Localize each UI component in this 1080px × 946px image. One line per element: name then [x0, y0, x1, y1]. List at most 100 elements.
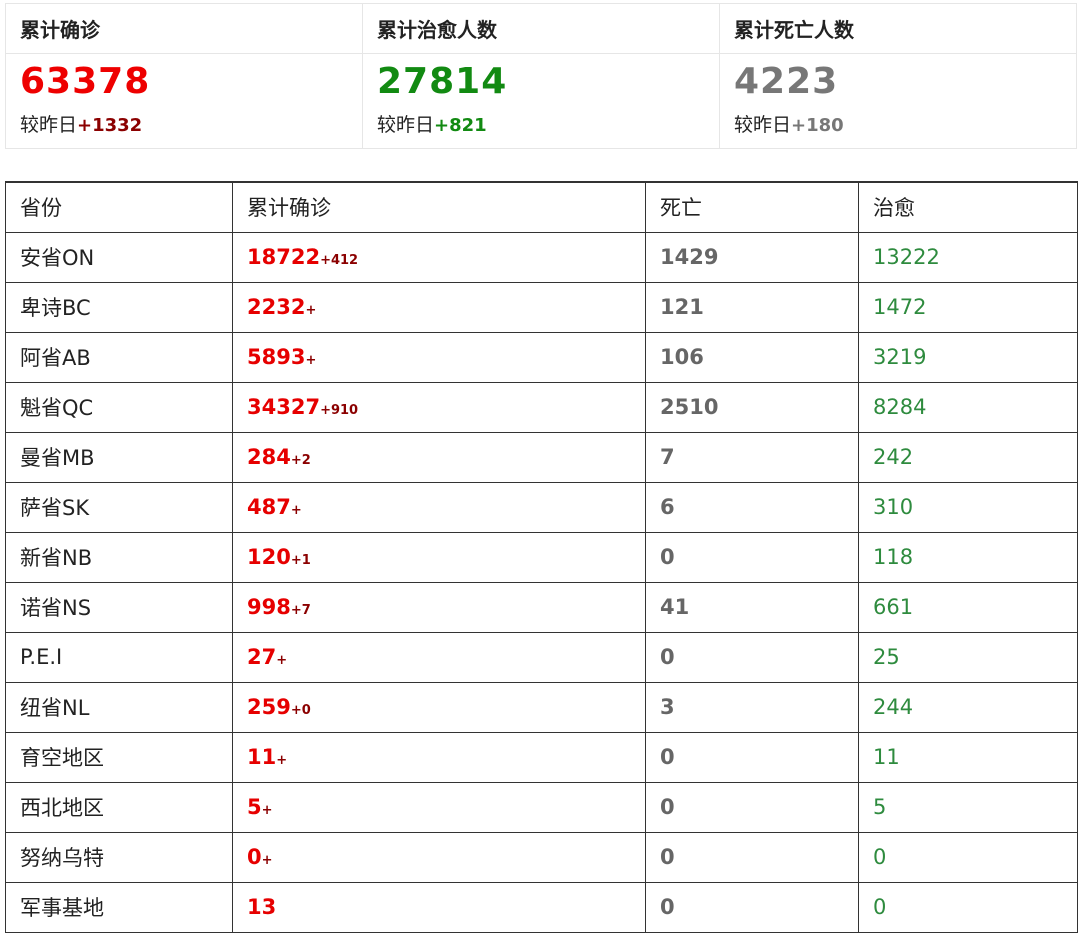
confirmed-value: 998: [247, 595, 291, 619]
table-row: 卑诗BC 2232+ 121 1472: [5, 281, 1078, 333]
confirmed-value: 11: [247, 745, 277, 769]
table-row: 诺省NS 998+7 41 661: [5, 581, 1078, 633]
province-cell: 诺省NS: [5, 581, 233, 633]
confirmed-cell: 34327+910: [232, 381, 646, 433]
table-row: 魁省QC 34327+910 2510 8284: [5, 381, 1078, 433]
table-row: 军事基地 13 0 0: [5, 881, 1078, 933]
deaths-cell: 106: [645, 331, 859, 383]
cured-cell: 1472: [858, 281, 1078, 333]
summary-value: 4223: [734, 61, 839, 102]
summary-card-cured: 累计治愈人数 27814 较昨日+821: [363, 4, 720, 148]
delta-value: +821: [434, 115, 487, 136]
confirmed-value: 13: [247, 895, 277, 919]
confirmed-increase: +1: [290, 553, 311, 568]
confirmed-value: 5: [247, 795, 262, 819]
delta-prefix: 较昨日: [377, 114, 435, 136]
summary-delta: 较昨日+1332: [20, 112, 142, 139]
confirmed-increase: +: [290, 503, 302, 518]
province-cell: 安省ON: [5, 231, 233, 283]
deaths-cell: 6: [645, 481, 859, 533]
cured-cell: 310: [858, 481, 1078, 533]
cured-cell: 0: [858, 881, 1078, 933]
cured-cell: 118: [858, 531, 1078, 583]
confirmed-cell: 259+0: [232, 681, 646, 733]
confirmed-cell: 18722+412: [232, 231, 646, 283]
header-province: 省份: [5, 181, 233, 233]
cured-cell: 244: [858, 681, 1078, 733]
confirmed-value: 259: [247, 695, 291, 719]
cured-cell: 0: [858, 831, 1078, 883]
confirmed-increase: +2: [290, 453, 311, 468]
confirmed-increase: +412: [320, 253, 359, 268]
deaths-cell: 3: [645, 681, 859, 733]
table-row: 萨省SK 487+ 6 310: [5, 481, 1078, 533]
delta-prefix: 较昨日: [734, 114, 792, 136]
summary-value: 63378: [20, 61, 151, 102]
summary-label: 累计治愈人数: [363, 4, 719, 54]
confirmed-increase: +: [305, 353, 317, 368]
table-row: 阿省AB 5893+ 106 3219: [5, 331, 1078, 383]
confirmed-cell: 5893+: [232, 331, 646, 383]
summary-delta: 较昨日+180: [734, 112, 844, 139]
confirmed-cell: 2232+: [232, 281, 646, 333]
table-row: 努纳乌特 0+ 0 0: [5, 831, 1078, 883]
confirmed-increase: +: [305, 303, 317, 318]
header-cured: 治愈: [858, 181, 1078, 233]
deaths-cell: 0: [645, 631, 859, 683]
table-row: 曼省MB 284+2 7 242: [5, 431, 1078, 483]
summary-value: 27814: [377, 61, 508, 102]
province-cell: 军事基地: [5, 881, 233, 933]
confirmed-value: 2232: [247, 295, 306, 319]
confirmed-value: 487: [247, 495, 291, 519]
confirmed-value: 284: [247, 445, 291, 469]
province-cell: 纽省NL: [5, 681, 233, 733]
table-row: 育空地区 11+ 0 11: [5, 731, 1078, 783]
header-deaths: 死亡: [645, 181, 859, 233]
province-cell: 卑诗BC: [5, 281, 233, 333]
deaths-cell: 0: [645, 831, 859, 883]
province-cell: 萨省SK: [5, 481, 233, 533]
confirmed-value: 5893: [247, 345, 306, 369]
cured-cell: 242: [858, 431, 1078, 483]
confirmed-increase: +: [261, 803, 273, 818]
summary-delta: 较昨日+821: [377, 112, 487, 139]
cured-cell: 5: [858, 781, 1078, 833]
cured-cell: 661: [858, 581, 1078, 633]
confirmed-cell: 120+1: [232, 531, 646, 583]
confirmed-cell: 487+: [232, 481, 646, 533]
confirmed-cell: 5+: [232, 781, 646, 833]
province-cell: 新省NB: [5, 531, 233, 583]
confirmed-increase: +0: [290, 703, 311, 718]
province-cell: 西北地区: [5, 781, 233, 833]
confirmed-cell: 998+7: [232, 581, 646, 633]
delta-value: +180: [791, 115, 844, 136]
summary-card-deaths: 累计死亡人数 4223 较昨日+180: [720, 4, 1076, 148]
province-cell: 努纳乌特: [5, 831, 233, 883]
cured-cell: 11: [858, 731, 1078, 783]
confirmed-value: 34327: [247, 395, 321, 419]
delta-prefix: 较昨日: [20, 114, 78, 136]
summary-panel: 累计确诊 63378 较昨日+1332 累计治愈人数 27814 较昨日+821…: [5, 3, 1077, 149]
cured-cell: 8284: [858, 381, 1078, 433]
table-body: 安省ON 18722+412 1429 13222 卑诗BC 2232+ 121 1472 阿省…: [5, 231, 1078, 933]
deaths-cell: 7: [645, 431, 859, 483]
deaths-cell: 1429: [645, 231, 859, 283]
table-row: P.E.I 27+ 0 25: [5, 631, 1078, 683]
delta-value: +1332: [77, 115, 143, 136]
deaths-cell: 0: [645, 531, 859, 583]
province-table: 省份 累计确诊 死亡 治愈 安省ON 18722+412 1429 13222 卑诗BC…: [5, 181, 1078, 933]
table-row: 新省NB 120+1 0 118: [5, 531, 1078, 583]
confirmed-increase: +910: [320, 403, 359, 418]
deaths-cell: 0: [645, 731, 859, 783]
deaths-cell: 0: [645, 781, 859, 833]
header-confirmed: 累计确诊: [232, 181, 646, 233]
province-cell: 曼省MB: [5, 431, 233, 483]
confirmed-increase: +: [276, 653, 288, 668]
confirmed-cell: 11+: [232, 731, 646, 783]
province-cell: 魁省QC: [5, 381, 233, 433]
table-row: 西北地区 5+ 0 5: [5, 781, 1078, 833]
deaths-cell: 121: [645, 281, 859, 333]
table-header-row: 省份 累计确诊 死亡 治愈: [5, 181, 1078, 233]
cured-cell: 13222: [858, 231, 1078, 283]
deaths-cell: 2510: [645, 381, 859, 433]
